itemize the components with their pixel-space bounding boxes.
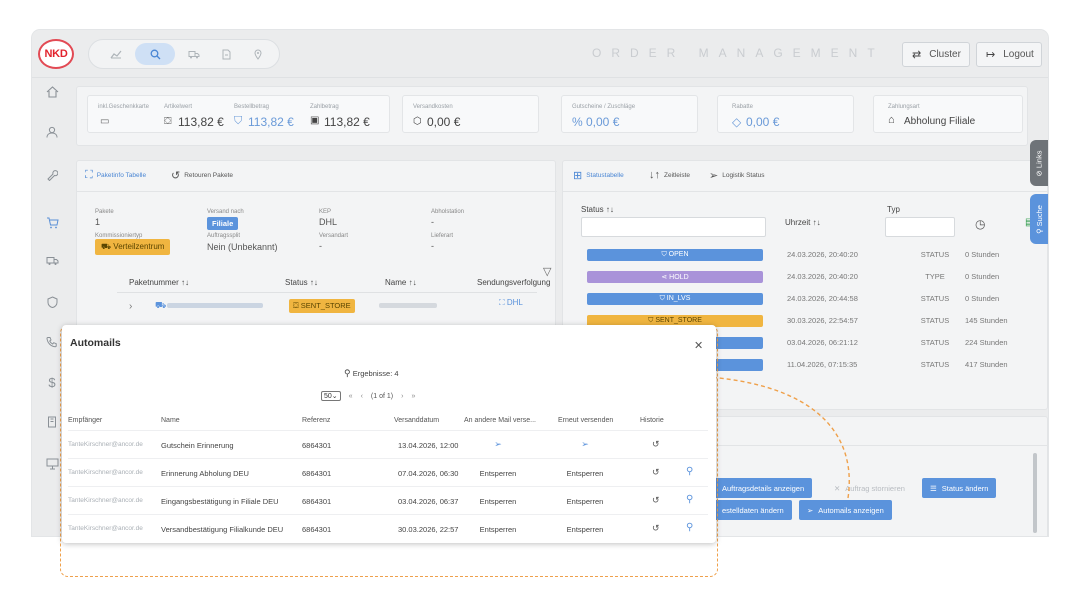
history-icon[interactable]: ↺	[652, 523, 660, 534]
unlock-other-mail-button[interactable]: Entsperren	[480, 497, 517, 506]
reference: 6864301	[302, 469, 332, 478]
stage: NKD ORDER MANAGEMENT ⇄ Cluster ↦ Logout …	[0, 0, 1080, 600]
next-page-icon[interactable]: ›	[401, 393, 403, 400]
page-info: (1 of 1)	[370, 392, 394, 400]
table-row: TanteKirschner@ancor.de Versandbestätigun…	[68, 514, 708, 542]
resend-icon[interactable]: ➢	[581, 439, 589, 450]
send-date: 03.04.2026, 06:37	[398, 497, 459, 506]
history-icon[interactable]: ↺	[652, 439, 660, 450]
unlock-resend-button[interactable]: Entsperren	[567, 497, 604, 506]
automails-modal: Automails ✕ ⚲ Ergebnisse: 4 50⌄ « ‹ (1 o…	[62, 325, 716, 543]
recipient-email: TanteKirschner@ancor.de	[68, 469, 143, 476]
modal-col-header: Referenz	[302, 417, 331, 424]
mail-name: Eingangsbestätigung in Filiale DEU	[161, 497, 279, 506]
table-row: TanteKirschner@ancor.de Eingangsbestätigu…	[68, 486, 708, 514]
recipient-email: TanteKirschner@ancor.de	[68, 441, 143, 448]
send-date: 13.04.2026, 12:00	[398, 441, 459, 450]
preview-search-icon[interactable]: ⚲	[686, 466, 693, 477]
reference: 6864301	[302, 497, 332, 506]
preview-search-icon[interactable]: ⚲	[686, 494, 693, 505]
history-icon[interactable]: ↺	[652, 495, 660, 506]
first-page-icon[interactable]: «	[349, 393, 353, 400]
mail-name: Erinnerung Abholung DEU	[161, 469, 249, 478]
unlock-other-mail-button[interactable]: Entsperren	[480, 469, 517, 478]
mail-name: Versandbestätigung Filialkunde DEU	[161, 525, 284, 534]
mail-name: Gutschein Erinnerung	[161, 441, 234, 450]
send-other-mail-icon[interactable]: ➢	[494, 439, 502, 450]
reference: 6864301	[302, 441, 332, 450]
last-page-icon[interactable]: »	[411, 393, 415, 400]
prev-page-icon[interactable]: ‹	[361, 393, 363, 400]
reference: 6864301	[302, 525, 332, 534]
unlock-other-mail-button[interactable]: Entsperren	[480, 525, 517, 534]
modal-col-header: Historie	[640, 417, 664, 424]
modal-col-header: Erneut versenden	[558, 417, 614, 424]
unlock-resend-button[interactable]: Entsperren	[567, 525, 604, 534]
paginator: 50⌄ « ‹ (1 of 1) › »	[321, 391, 415, 401]
send-date: 30.03.2026, 22:57	[398, 525, 459, 534]
modal-col-header: Versanddatum	[394, 417, 440, 424]
modal-title: Automails	[70, 337, 121, 349]
preview-search-icon[interactable]: ⚲	[686, 522, 693, 533]
close-icon[interactable]: ✕	[694, 339, 703, 352]
unlock-resend-button[interactable]: Entsperren	[567, 469, 604, 478]
table-row: TanteKirschner@ancor.de Gutschein Erinner…	[68, 430, 708, 458]
results-count: ⚲ Ergebnisse: 4	[344, 368, 399, 378]
recipient-email: TanteKirschner@ancor.de	[68, 525, 143, 532]
modal-col-header: Empfänger	[68, 417, 103, 424]
history-icon[interactable]: ↺	[652, 467, 660, 478]
page-size-select[interactable]: 50⌄	[321, 391, 341, 401]
modal-col-header: Name	[161, 417, 180, 424]
table-row: TanteKirschner@ancor.de Erinnerung Abholu…	[68, 458, 708, 486]
modal-col-header: An andere Mail verse...	[464, 417, 536, 424]
send-date: 07.04.2026, 06:30	[398, 469, 459, 478]
recipient-email: TanteKirschner@ancor.de	[68, 497, 143, 504]
search-results-icon: ⚲	[344, 368, 351, 378]
